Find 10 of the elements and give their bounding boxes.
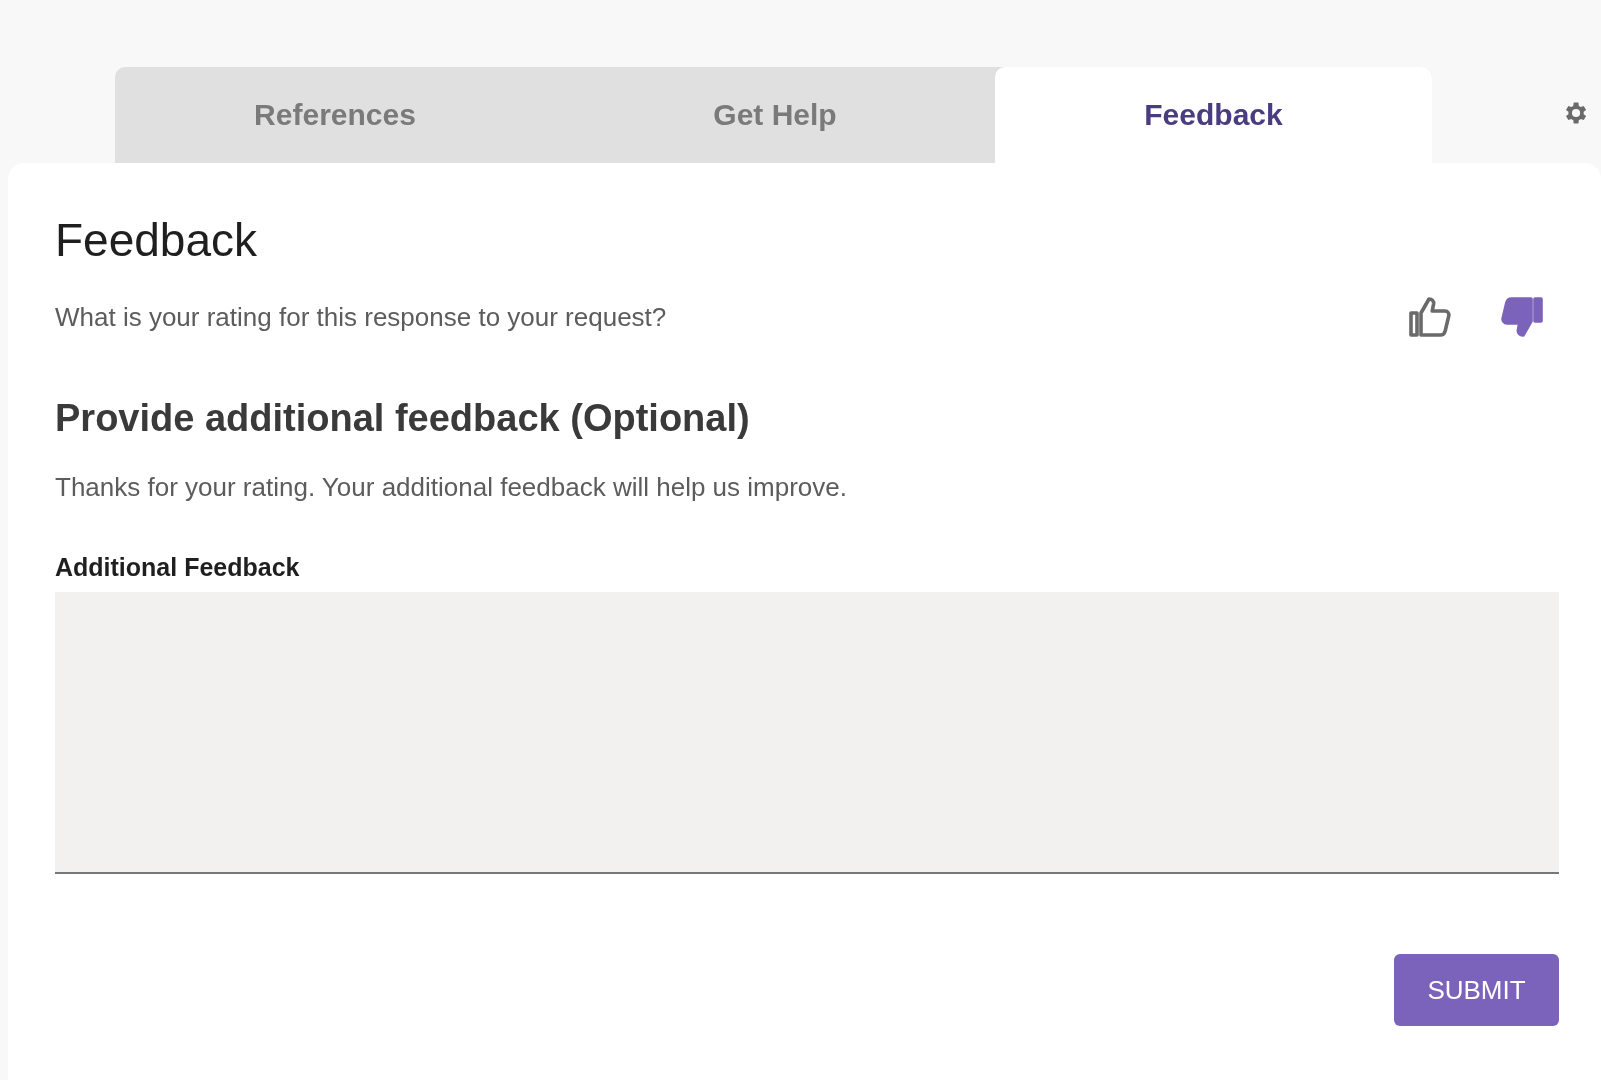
submit-button[interactable]: SUBMIT [1394,954,1559,1026]
section-heading: Provide additional feedback (Optional) [55,397,751,440]
tab[interactable]: Feedback [995,67,1432,163]
tab[interactable]: References [115,67,555,163]
field-label: Additional Feedback [55,553,301,582]
panel-title: Feedback [55,213,258,267]
tab[interactable]: Get Help [555,67,995,163]
feedback-input-field[interactable] [55,592,1559,874]
section-description: Thanks for your rating. Your additional feedback will help us improve. [55,472,848,503]
rating-question: What is your rating for this response to your request? [55,301,667,333]
